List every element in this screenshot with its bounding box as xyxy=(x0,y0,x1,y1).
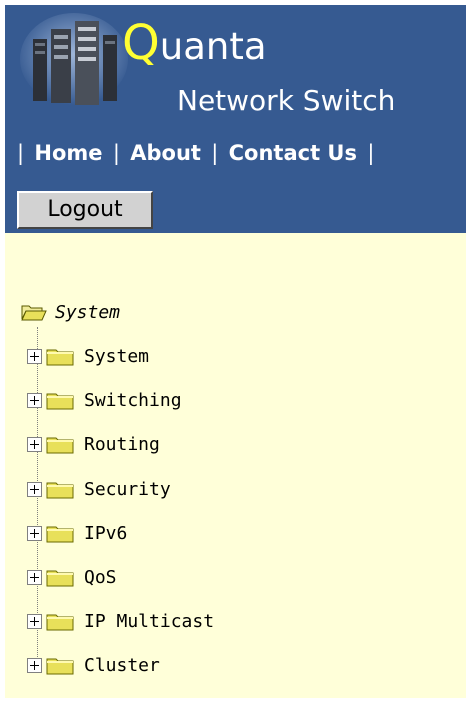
folder-icon xyxy=(46,614,74,631)
brand-title: Quanta xyxy=(122,19,267,69)
expand-plus-icon[interactable] xyxy=(27,569,42,585)
brand-subtitle: Network Switch xyxy=(177,84,396,117)
expand-plus-icon[interactable] xyxy=(27,392,42,408)
folder-icon xyxy=(46,658,74,675)
tree-item-routing[interactable]: Routing xyxy=(27,431,160,457)
expand-plus-icon[interactable] xyxy=(27,481,42,497)
tree-item-label: Switching xyxy=(84,389,182,411)
top-navigation: | Home | About | Contact Us | xyxy=(14,139,377,167)
nav-contact-us-link[interactable]: Contact Us xyxy=(229,141,357,165)
logout-button[interactable]: Logout xyxy=(17,191,153,229)
folder-icon xyxy=(46,437,74,454)
expand-plus-icon[interactable] xyxy=(27,348,42,364)
tree-item-switching[interactable]: Switching xyxy=(27,387,182,413)
nav-separator: | xyxy=(211,141,219,165)
tree-item-label: IPv6 xyxy=(84,522,128,544)
nav-separator: | xyxy=(17,141,25,165)
navigation-tree: System System Switching Routing Security… xyxy=(5,233,466,698)
tree-item-ipv6[interactable]: IPv6 xyxy=(27,520,127,546)
expand-plus-icon[interactable] xyxy=(27,525,42,541)
tree-item-security[interactable]: Security xyxy=(27,476,171,502)
folder-icon xyxy=(46,349,74,366)
tree-item-qos[interactable]: QoS xyxy=(27,564,117,590)
folder-icon xyxy=(46,570,74,587)
expand-plus-icon[interactable] xyxy=(27,613,42,629)
tree-item-cluster[interactable]: Cluster xyxy=(27,652,160,678)
nav-about-link[interactable]: About xyxy=(130,141,201,165)
tree-item-label: IP Multicast xyxy=(84,610,215,632)
tree-root-system[interactable]: System xyxy=(21,300,120,324)
tree-item-label: QoS xyxy=(84,566,117,588)
server-rack-icon xyxy=(20,13,128,105)
tree-item-label: Security xyxy=(84,478,171,500)
tree-item-label: System xyxy=(84,345,150,367)
tree-item-label: Routing xyxy=(84,433,160,455)
folder-icon xyxy=(46,482,74,499)
tree-item-system[interactable]: System xyxy=(27,343,149,369)
folder-open-icon xyxy=(21,305,47,321)
header-banner: Quanta Network Switch | Home | About | C… xyxy=(5,5,466,233)
tree-root-label: System xyxy=(55,301,121,323)
nav-separator: | xyxy=(367,141,375,165)
tree-item-ip-multicast[interactable]: IP Multicast xyxy=(27,608,214,634)
nav-separator: | xyxy=(112,141,120,165)
expand-plus-icon[interactable] xyxy=(27,436,42,452)
nav-home-link[interactable]: Home xyxy=(34,141,102,165)
brand-rest: uanta xyxy=(159,25,267,68)
tree-item-label: Cluster xyxy=(84,654,160,676)
folder-icon xyxy=(46,393,74,410)
brand-first-letter: Q xyxy=(122,15,160,71)
expand-plus-icon[interactable] xyxy=(27,657,42,673)
folder-icon xyxy=(46,526,74,543)
